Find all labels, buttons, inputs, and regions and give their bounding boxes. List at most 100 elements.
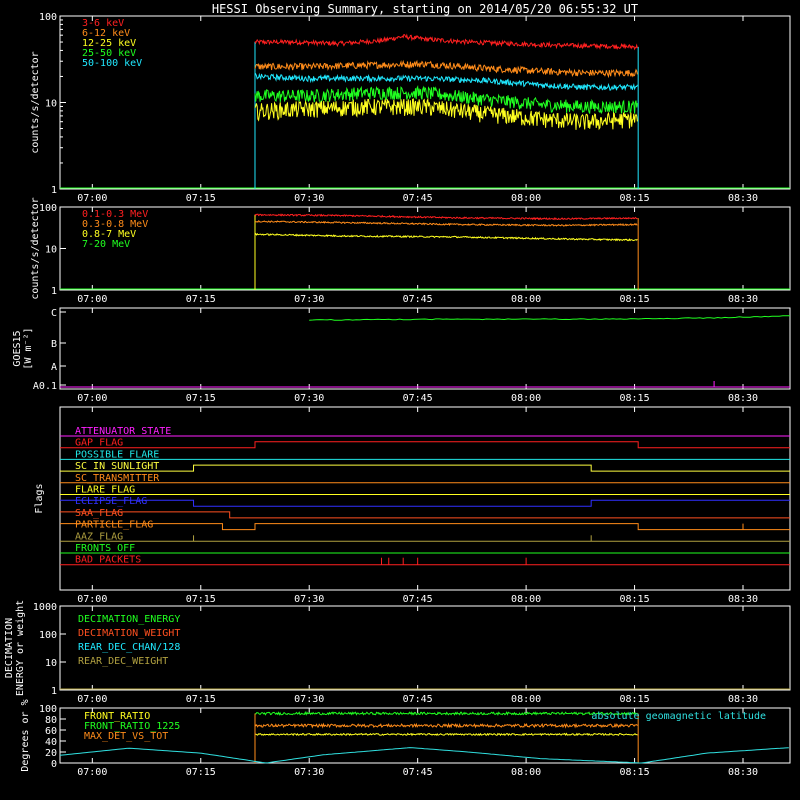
legend-entry: REAR_DEC_WEIGHT <box>78 656 168 667</box>
legend-entry: REAR_DEC_CHAN/128 <box>78 642 180 653</box>
figure-title: HESSI Observing Summary, starting on 201… <box>212 2 638 16</box>
y-tick-label: 1 <box>51 686 57 697</box>
y-axis-label-units: [W m⁻²] <box>23 327 34 369</box>
x-tick-label: 07:30 <box>294 594 324 605</box>
x-tick-label: 08:00 <box>511 594 541 605</box>
series-line-50-100 keV <box>254 72 638 92</box>
flag-label: FRONTS_OFF <box>75 543 135 554</box>
y-tick-label: 20 <box>45 748 57 759</box>
legend-entry: DECIMATION_ENERGY <box>78 614 180 625</box>
flag-label: SC_TRANSMITTER <box>75 473 160 484</box>
latitude-annotation: absolute geomagnetic latitude <box>591 711 766 722</box>
series-line-FRONT_RATIO_1225 <box>254 711 638 716</box>
x-tick-label: 07:15 <box>186 694 216 705</box>
x-tick-label: 07:30 <box>294 694 324 705</box>
flag-label: ECLIPSE_FLAG <box>75 496 147 507</box>
x-tick-label: 08:15 <box>620 393 650 404</box>
y-axis-label-2: ENERGY or weight <box>15 600 26 696</box>
y-tick-label: C <box>51 308 57 319</box>
y-tick-label: 10 <box>45 658 57 669</box>
y-tick-label: B <box>51 339 57 350</box>
legend-entry: 50-100 keV <box>82 58 142 69</box>
x-tick-label: 08:15 <box>620 193 650 204</box>
x-tick-label: 07:30 <box>294 294 324 305</box>
series-line-MAX_DET_VS_TOT <box>254 722 638 729</box>
y-tick-label: 60 <box>45 726 57 737</box>
y-tick-label: 80 <box>45 715 57 726</box>
flag-label: AAZ_FLAG <box>75 531 123 542</box>
flag-line-SAA_FLAG <box>60 511 790 519</box>
x-tick-label: 08:30 <box>728 193 758 204</box>
x-tick-label: 07:45 <box>403 767 433 778</box>
x-tick-label: 08:00 <box>511 294 541 305</box>
flag-label: FLARE_FLAG <box>75 485 135 496</box>
x-tick-label: 08:00 <box>511 393 541 404</box>
flag-label: SAA_FLAG <box>75 508 123 519</box>
series-line-latitude <box>59 747 789 764</box>
y-axis-label: counts/s/detector <box>30 197 41 299</box>
flag-label: ATTENUATOR_STATE <box>75 426 171 437</box>
flag-line-ECLIPSE_FLAG <box>60 499 790 507</box>
y-tick-label: A <box>51 362 57 373</box>
x-tick-label: 07:00 <box>77 594 107 605</box>
y-tick-label: 1000 <box>33 602 57 613</box>
x-tick-label: 07:00 <box>77 694 107 705</box>
flag-label: PARTICLE_FLAG <box>75 520 153 531</box>
x-tick-label: 08:15 <box>620 594 650 605</box>
x-tick-label: 07:30 <box>294 393 324 404</box>
series-line-FRONT_RATIO <box>254 732 638 737</box>
x-tick-label: 07:45 <box>403 393 433 404</box>
x-tick-label: 07:15 <box>186 767 216 778</box>
panels-group: 07:00 07:15 07:30 07:45 08:00 08:15 08:3011010… <box>4 12 791 778</box>
flag-line-PARTICLE_FLAG <box>60 523 790 531</box>
x-tick-label: 08:30 <box>728 294 758 305</box>
x-tick-label: 08:30 <box>728 694 758 705</box>
x-tick-label: 07:00 <box>77 767 107 778</box>
hessi-summary-figure: HESSI Observing Summary, starting on 201… <box>4 2 791 778</box>
x-tick-label: 07:45 <box>403 594 433 605</box>
x-tick-label: 08:30 <box>728 767 758 778</box>
y-tick-label: 40 <box>45 737 57 748</box>
panel-frame-2 <box>59 206 791 291</box>
x-tick-label: 07:15 <box>186 193 216 204</box>
legend-entry: 7-20 MeV <box>82 239 130 250</box>
series-line-12-25 keV <box>254 97 638 131</box>
x-tick-label: 07:45 <box>403 694 433 705</box>
x-tick-label: 08:30 <box>728 393 758 404</box>
legend-entry: MAX_DET_VS_TOT <box>84 731 168 742</box>
series-line-0.3-0.8 MeV <box>254 220 638 227</box>
y-axis-label: GOES15 <box>12 330 23 366</box>
series-line-0.8-7 MeV <box>254 232 638 242</box>
x-tick-label: 08:15 <box>620 694 650 705</box>
x-tick-label: 07:00 <box>77 393 107 404</box>
x-tick-label: 08:00 <box>511 193 541 204</box>
flag-label: SC_IN_SUNLIGHT <box>75 461 159 472</box>
y-tick-label: 100 <box>39 203 57 214</box>
x-tick-label: 08:00 <box>511 767 541 778</box>
series-line-goes <box>309 315 791 321</box>
series-line-3-6 keV <box>254 33 638 51</box>
x-tick-label: 08:15 <box>620 294 650 305</box>
y-axis-label: Flags <box>34 483 45 513</box>
flag-label: GAP_FLAG <box>75 438 123 449</box>
x-tick-label: 08:15 <box>620 767 650 778</box>
x-tick-label: 07:15 <box>186 594 216 605</box>
y-tick-label: 100 <box>39 12 57 23</box>
y-tick-label: 10 <box>45 99 57 110</box>
y-tick-label: 1 <box>51 185 57 196</box>
x-tick-label: 08:30 <box>728 594 758 605</box>
x-tick-label: 08:00 <box>511 694 541 705</box>
y-axis-label: counts/s/detector <box>30 51 41 153</box>
x-tick-label: 07:30 <box>294 767 324 778</box>
y-tick-label: 100 <box>39 630 57 641</box>
flag-line-GAP_FLAG <box>60 441 790 449</box>
legend-entry: DECIMATION_WEIGHT <box>78 628 180 639</box>
x-tick-label: 07:00 <box>77 193 107 204</box>
y-tick-label: A0.1 <box>33 381 57 392</box>
y-axis-label: DECIMATION <box>4 618 15 678</box>
series-line-0.1-0.3 MeV <box>254 213 638 221</box>
panel-frame-3 <box>59 307 791 390</box>
y-tick-label: 1 <box>51 286 57 297</box>
x-tick-label: 07:00 <box>77 294 107 305</box>
flag-label: BAD_PACKETS <box>75 555 141 566</box>
